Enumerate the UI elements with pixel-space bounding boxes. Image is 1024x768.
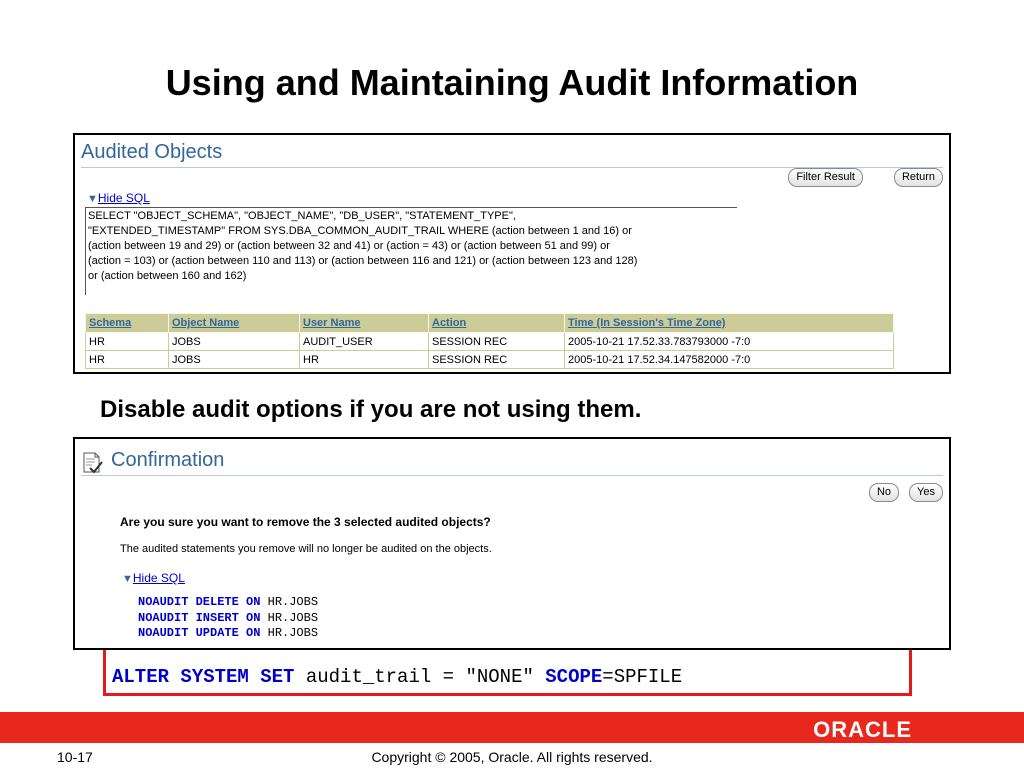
cell-user-name: AUDIT_USER xyxy=(299,332,429,351)
hide-sql-link[interactable]: Hide SQL xyxy=(133,571,185,585)
no-button[interactable]: No xyxy=(868,483,899,502)
filter-result-button[interactable]: Filter Result xyxy=(788,168,863,187)
audited-objects-panel: Audited Objects Filter Result Return ▼Hi… xyxy=(73,133,951,374)
audited-objects-heading: Audited Objects xyxy=(81,141,223,163)
sql-line: (action = 103) or (action between 110 an… xyxy=(88,255,638,267)
column-header-schema[interactable]: Schema xyxy=(85,313,169,333)
alter-param: audit_trail = "NONE" xyxy=(294,666,546,688)
audited-objects-table: Schema Object Name User Name Action Time… xyxy=(85,313,894,369)
noaudit-statement: NOAUDIT UPDATE ON HR.JOBS xyxy=(138,626,319,640)
sql-text-area: SELECT "OBJECT_SCHEMA", "OBJECT_NAME", "… xyxy=(85,207,737,295)
confirmation-heading: Confirmation xyxy=(111,449,225,471)
confirmation-check-icon xyxy=(83,452,103,474)
table-row: HR JOBS HR SESSION REC 2005-10-21 17.52.… xyxy=(85,350,894,369)
cell-action: SESSION REC xyxy=(428,350,565,369)
noaudit-statement: NOAUDIT INSERT ON HR.JOBS xyxy=(138,611,319,625)
cell-time: 2005-10-21 17.52.33.783793000 -7:0 xyxy=(564,332,894,351)
hide-sql-link[interactable]: Hide SQL xyxy=(98,191,150,205)
oracle-logo: ORACLE xyxy=(813,717,912,742)
sql-line: "EXTENDED_TIMESTAMP" FROM SYS.DBA_COMMON… xyxy=(88,225,632,237)
alter-keyword: ALTER SYSTEM SET xyxy=(112,666,295,688)
column-header-action[interactable]: Action xyxy=(428,313,565,333)
confirmation-question: Are you sure you want to remove the 3 se… xyxy=(120,515,491,529)
sql-line: SELECT "OBJECT_SCHEMA", "OBJECT_NAME", "… xyxy=(88,210,516,222)
triangle-down-icon: ▼ xyxy=(122,573,133,585)
sql-line: (action between 19 and 29) or (action be… xyxy=(88,240,610,252)
yes-button[interactable]: Yes xyxy=(909,483,943,502)
slide-title: Using and Maintaining Audit Information xyxy=(165,62,859,103)
column-header-time[interactable]: Time (In Session's Time Zone) xyxy=(564,313,894,333)
scope-value: =SPFILE xyxy=(602,666,683,688)
alter-system-statement: ALTER SYSTEM SET audit_trail = "NONE" SC… xyxy=(112,666,682,688)
cell-object-name: JOBS xyxy=(168,350,300,369)
hide-sql-toggle[interactable]: ▼Hide SQL xyxy=(122,571,185,585)
triangle-down-icon: ▼ xyxy=(87,193,98,205)
hide-sql-toggle[interactable]: ▼Hide SQL xyxy=(87,191,150,205)
cell-object-name: JOBS xyxy=(168,332,300,351)
heading-divider xyxy=(81,475,943,476)
table-row: HR JOBS AUDIT_USER SESSION REC 2005-10-2… xyxy=(85,332,894,351)
column-header-object-name[interactable]: Object Name xyxy=(168,313,300,333)
cell-schema: HR xyxy=(85,350,169,369)
copyright-notice: Copyright © 2005, Oracle. All rights res… xyxy=(371,749,653,765)
cell-time: 2005-10-21 17.52.34.147582000 -7:0 xyxy=(564,350,894,369)
sql-line: or (action between 160 and 162) xyxy=(88,270,247,282)
cell-user-name: HR xyxy=(299,350,429,369)
scope-keyword: SCOPE xyxy=(545,666,603,688)
noaudit-statement: NOAUDIT DELETE ON HR.JOBS xyxy=(138,595,319,609)
column-header-user-name[interactable]: User Name xyxy=(299,313,429,333)
return-button[interactable]: Return xyxy=(893,168,943,187)
confirmation-note: The audited statements you remove will n… xyxy=(120,543,492,555)
cell-schema: HR xyxy=(85,332,169,351)
slide-subtitle: Disable audit options if you are not usi… xyxy=(100,396,642,423)
cell-action: SESSION REC xyxy=(428,332,565,351)
table-header-row: Schema Object Name User Name Action Time… xyxy=(85,313,894,333)
confirmation-panel: Confirmation No Yes Are you sure you wan… xyxy=(73,437,951,650)
